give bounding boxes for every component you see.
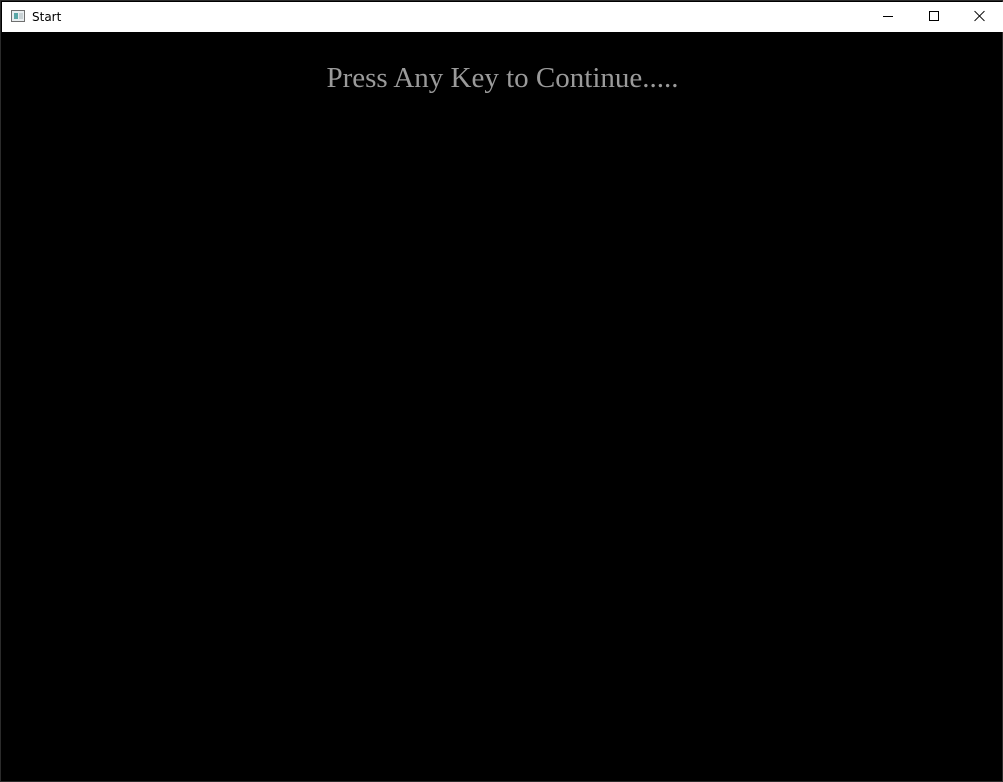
press-any-key-prompt: Press Any Key to Continue..... bbox=[326, 62, 679, 94]
close-icon bbox=[974, 10, 986, 22]
maximize-button[interactable] bbox=[911, 2, 957, 32]
window-title: Start bbox=[32, 10, 62, 24]
app-window: Start Press Any Key to Continue..... bbox=[0, 0, 1003, 782]
title-bar[interactable]: Start bbox=[2, 2, 1003, 32]
app-window-icon[interactable] bbox=[11, 10, 25, 22]
close-button[interactable] bbox=[957, 2, 1003, 32]
minimize-button[interactable] bbox=[865, 2, 911, 32]
minimize-icon bbox=[883, 16, 893, 17]
maximize-icon bbox=[929, 11, 939, 21]
game-canvas[interactable]: Press Any Key to Continue..... bbox=[4, 32, 1001, 781]
